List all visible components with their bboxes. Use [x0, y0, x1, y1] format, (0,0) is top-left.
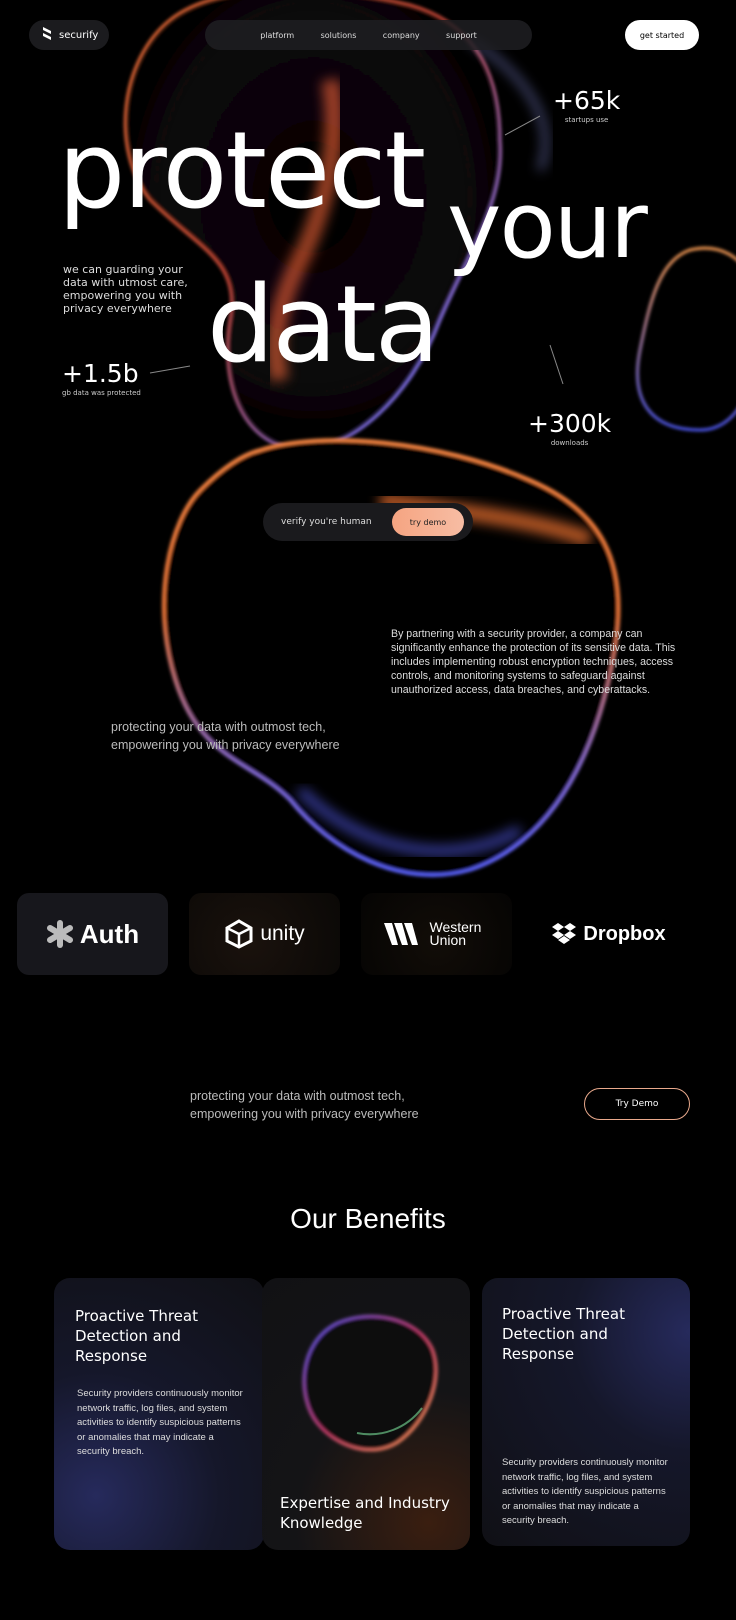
stat-startups: +65k startups use	[553, 88, 620, 124]
main-nav: platform solutions company support	[205, 20, 532, 50]
benefit-card-1: Proactive Threat Detection and Response …	[54, 1278, 264, 1550]
partner-auth: Auth	[17, 893, 168, 975]
unity-logo-icon	[225, 919, 253, 949]
hero-word-data: data	[207, 263, 440, 386]
partner-auth-name: Auth	[79, 918, 140, 949]
verify-label: verify you're human	[281, 517, 372, 527]
benefit-card-2-title: Expertise and Industry Knowledge	[280, 1494, 450, 1532]
benefit-card-2-blob-art	[302, 1314, 438, 1452]
benefit-card-3: Proactive Threat Detection and Response …	[482, 1278, 690, 1546]
nav-solutions[interactable]: solutions	[321, 31, 357, 40]
benefit-card-3-title: Proactive Threat Detection and Response	[502, 1305, 625, 1363]
partner-unity: unity	[189, 893, 340, 975]
dropbox-logo-icon	[552, 923, 577, 944]
brand-name: securify	[59, 29, 99, 41]
western-union-logo-icon	[383, 923, 418, 945]
partner-dropbox: Dropbox	[533, 893, 684, 975]
partner-unity-name: unity	[260, 922, 305, 945]
benefit-card-1-title: Proactive Threat Detection and Response	[75, 1307, 198, 1365]
securify-logo-icon	[43, 27, 51, 43]
partner-western-union: Western Union	[361, 893, 512, 975]
stat-downloads-value: +300k	[528, 409, 612, 438]
stat-downloads-label: downloads	[550, 439, 589, 447]
benefit-card-1-body: Security providers continuously monitor …	[77, 1388, 243, 1457]
benefit-card-2: Expertise and Industry Knowledge	[262, 1278, 470, 1550]
cta-band-text: protecting your data with outmost tech, …	[190, 1089, 419, 1121]
stat-data: +1.5b gb data was protected	[62, 361, 141, 397]
try-demo-outline-button[interactable]: Try Demo	[584, 1088, 690, 1120]
try-demo-button[interactable]: try demo	[392, 508, 464, 536]
about-paragraph: By partnering with a security provider, …	[391, 628, 676, 696]
verify-human-bar: verify you're human try demo	[263, 503, 473, 541]
hero-tagline: we can guarding your data with utmost ca…	[63, 263, 188, 315]
about-tagline: protecting your data with outmost tech, …	[111, 720, 340, 752]
nav-support[interactable]: support	[446, 31, 477, 40]
partner-western-union-name: Western Union	[429, 919, 482, 948]
hero-word-your: your	[447, 172, 648, 279]
stat-downloads: +300k downloads	[528, 411, 611, 447]
benefits-title: Our Benefits	[290, 1203, 446, 1234]
stat-data-label: gb data was protected	[62, 389, 141, 397]
hero-word-protect: protect	[58, 109, 426, 232]
benefit-card-3-body: Security providers continuously monitor …	[502, 1457, 668, 1526]
nav-company[interactable]: company	[383, 31, 420, 40]
stat-data-value: +1.5b	[62, 359, 139, 388]
get-started-button[interactable]: get started	[625, 20, 699, 50]
stat-startups-label: startups use	[564, 116, 609, 124]
stat-startups-value: +65k	[553, 86, 621, 115]
nav-platform[interactable]: platform	[260, 31, 294, 40]
partner-dropbox-name: Dropbox	[583, 922, 666, 945]
brand-logo[interactable]: securify	[29, 20, 109, 50]
auth-logo-icon	[46, 920, 73, 948]
